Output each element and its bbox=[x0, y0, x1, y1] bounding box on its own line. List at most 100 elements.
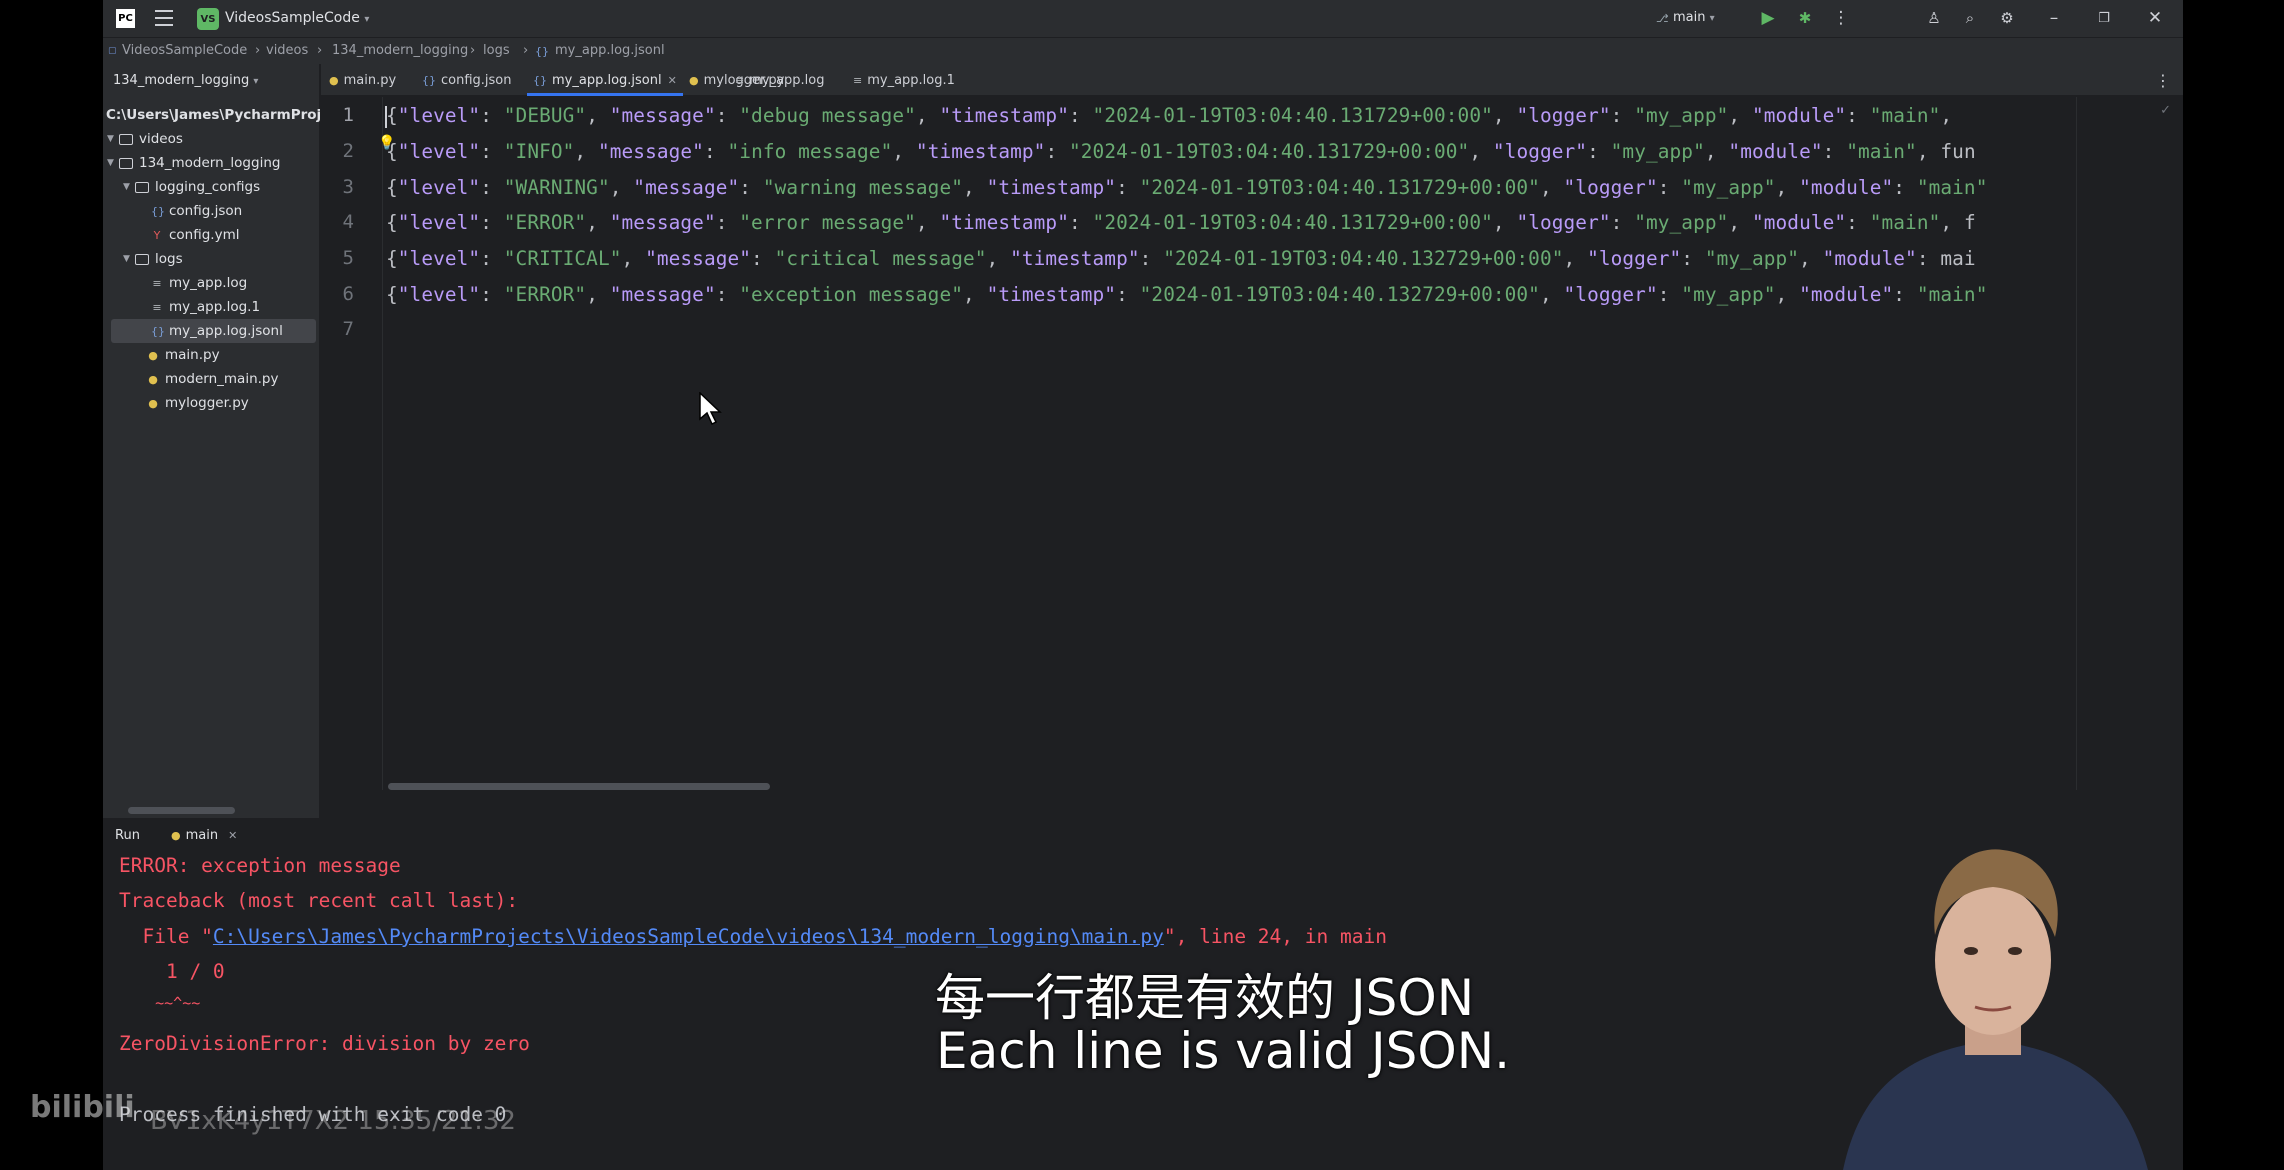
json-punctuation-token bbox=[492, 247, 504, 270]
chevron-down-icon[interactable]: ▼ bbox=[107, 158, 119, 168]
folder-icon bbox=[135, 181, 149, 193]
tab-my-app-log-jsonl[interactable]: {} my_app.log.jsonl ✕ bbox=[527, 64, 683, 96]
json-punctuation-token: : bbox=[480, 140, 492, 163]
tree-item-main-py[interactable]: ● main.py bbox=[103, 343, 320, 367]
tree-item-134-modern-logging[interactable]: ▼ 134_modern_logging bbox=[103, 151, 320, 175]
tree-item-mylogger-py[interactable]: ● mylogger.py bbox=[103, 391, 320, 415]
json-key-token: "logger" bbox=[1587, 247, 1682, 270]
json-key-token: "message" bbox=[609, 104, 716, 127]
add-user-icon[interactable]: ♙ bbox=[1923, 7, 1945, 29]
json-punctuation-token: , bbox=[1799, 247, 1823, 270]
tree-item-my-app-log[interactable]: ≡ my_app.log bbox=[103, 271, 320, 295]
json-key-token: "level" bbox=[397, 140, 481, 163]
tree-item-modern-main-py[interactable]: ● modern_main.py bbox=[103, 367, 320, 391]
breadcrumb-item[interactable]: my_app.log.jsonl bbox=[555, 43, 665, 58]
line-number: 2 bbox=[342, 140, 354, 162]
json-punctuation-token: , bbox=[1492, 104, 1517, 127]
search-icon[interactable]: ⌕ bbox=[1959, 7, 1981, 29]
line-number: 6 bbox=[342, 283, 354, 305]
json-string-token: "ERROR" bbox=[503, 211, 587, 234]
json-punctuation-token bbox=[1834, 140, 1846, 163]
chevron-down-icon[interactable]: ▼ bbox=[123, 182, 135, 192]
json-punctuation-token: , bbox=[892, 140, 916, 163]
json-punctuation-token: : bbox=[1846, 104, 1858, 127]
json-string-token: "WARNING" bbox=[503, 176, 610, 199]
json-punctuation-token bbox=[492, 283, 504, 306]
tree-item-label: modern_main.py bbox=[165, 371, 279, 387]
json-punctuation-token: , bbox=[963, 283, 987, 306]
json-punctuation-token: , bbox=[1492, 211, 1517, 234]
tree-item-my-app-log-jsonl[interactable]: {} my_app.log.jsonl bbox=[111, 319, 316, 343]
chevron-down-icon[interactable]: ▼ bbox=[107, 134, 119, 144]
json-string-token: "2024-01-19T03:04:40.131729+00:00" bbox=[1069, 140, 1470, 163]
python-file-icon: ● bbox=[148, 348, 158, 362]
code-line-6: {"level": "ERROR", "message": "exception… bbox=[386, 283, 1987, 306]
code-editor[interactable]: 1 2 3 4 5 6 7 💡 {"level": "DEBUG", "mess… bbox=[321, 97, 2183, 790]
json-punctuation-token bbox=[751, 176, 763, 199]
json-punctuation-token: , bbox=[1728, 211, 1752, 234]
text-file-icon: ≡ bbox=[853, 73, 863, 87]
json-punctuation-token bbox=[728, 211, 740, 234]
json-punctuation-token: : bbox=[1610, 104, 1623, 127]
traceback-file-link[interactable]: C:\Users\James\PycharmProjects\VideosSam… bbox=[213, 925, 1164, 948]
tab-main-py[interactable]: ● main.py bbox=[329, 64, 396, 96]
tab-label: main.py bbox=[343, 72, 397, 88]
json-punctuation-token bbox=[1693, 247, 1705, 270]
debug-icon[interactable]: ✱ bbox=[1794, 7, 1816, 29]
editor-horizontal-scrollbar[interactable] bbox=[388, 783, 770, 790]
tree-item-config-yml[interactable]: Y config.yml bbox=[103, 223, 320, 247]
settings-gear-icon[interactable]: ⚙ bbox=[1996, 7, 2018, 29]
json-file-icon: {} bbox=[533, 73, 547, 87]
folder-icon bbox=[119, 157, 133, 169]
restore-window-icon[interactable]: ❐ bbox=[2093, 7, 2115, 29]
title-bar: PC VS VideosSampleCode ▾ ⎇ main ▾ ▶ ✱ ⋮ … bbox=[103, 0, 2183, 37]
main-menu-icon[interactable] bbox=[155, 10, 173, 26]
more-actions-icon[interactable]: ⋮ bbox=[1830, 7, 1852, 29]
tab-my-app-log[interactable]: ≡ my_app.log bbox=[735, 64, 825, 96]
run-tab-main[interactable]: ● main ✕ bbox=[171, 828, 237, 843]
more-tabs-icon[interactable]: ⋮ bbox=[2155, 71, 2171, 90]
project-view-selector[interactable]: 134_modern_logging ▾ bbox=[113, 73, 258, 88]
tree-item-config-json[interactable]: {} config.json bbox=[103, 199, 320, 223]
json-key-token: "logger" bbox=[1563, 283, 1658, 306]
tab-my-app-log-1[interactable]: ≡ my_app.log.1 bbox=[853, 64, 955, 96]
breadcrumb-item[interactable]: videos bbox=[266, 43, 308, 58]
tree-item-videos[interactable]: ▼ videos bbox=[103, 127, 320, 151]
json-punctuation-token: , bbox=[1539, 176, 1564, 199]
close-run-tab-icon[interactable]: ✕ bbox=[228, 829, 237, 842]
project-horizontal-scrollbar[interactable] bbox=[128, 807, 235, 814]
tree-item-logging-configs[interactable]: ▼ logging_configs bbox=[103, 175, 320, 199]
json-key-token: "module" bbox=[1822, 247, 1917, 270]
json-punctuation-token: : bbox=[480, 247, 492, 270]
run-tab-label: main bbox=[185, 828, 219, 843]
json-key-token: "level" bbox=[397, 283, 481, 306]
branch-switcher[interactable]: main ▾ bbox=[1673, 10, 1715, 25]
tab-label: my_app.log bbox=[749, 72, 825, 88]
tab-config-json[interactable]: {} config.json bbox=[422, 64, 512, 96]
breadcrumb-item[interactable]: VideosSampleCode bbox=[122, 43, 247, 58]
json-key-token: "module" bbox=[1728, 140, 1823, 163]
json-file-icon: {} bbox=[151, 204, 165, 218]
chevron-down-icon[interactable]: ▼ bbox=[123, 254, 135, 264]
tree-item-logs[interactable]: ▼ logs bbox=[103, 247, 320, 271]
breadcrumb-item[interactable]: logs bbox=[483, 43, 510, 58]
tree-item-my-app-log-1[interactable]: ≡ my_app.log.1 bbox=[103, 295, 320, 319]
tab-label: my_app.log.jsonl bbox=[552, 72, 662, 88]
run-icon[interactable]: ▶ bbox=[1757, 7, 1779, 29]
close-tab-icon[interactable]: ✕ bbox=[668, 74, 677, 87]
presenter-webcam bbox=[1803, 825, 2183, 1170]
tree-item-label: 134_modern_logging bbox=[139, 155, 281, 171]
json-key-token: "timestamp" bbox=[915, 140, 1046, 163]
json-string-token: "main" bbox=[1869, 104, 1941, 127]
minimize-window-icon[interactable]: – bbox=[2043, 7, 2065, 29]
json-key-token: "message" bbox=[609, 283, 716, 306]
project-switcher[interactable]: VideosSampleCode ▾ bbox=[225, 10, 369, 26]
json-punctuation-token: , bbox=[986, 247, 1011, 270]
inspection-ok-icon[interactable]: ✓ bbox=[2160, 103, 2171, 118]
breadcrumb-item[interactable]: 134_modern_logging bbox=[332, 43, 468, 58]
close-window-icon[interactable]: ✕ bbox=[2144, 7, 2166, 29]
pycharm-logo-icon: PC bbox=[116, 9, 135, 28]
json-punctuation-token: : bbox=[1846, 211, 1858, 234]
json-punctuation-token: , bbox=[1539, 283, 1564, 306]
json-string-token: "exception message" bbox=[739, 283, 963, 306]
